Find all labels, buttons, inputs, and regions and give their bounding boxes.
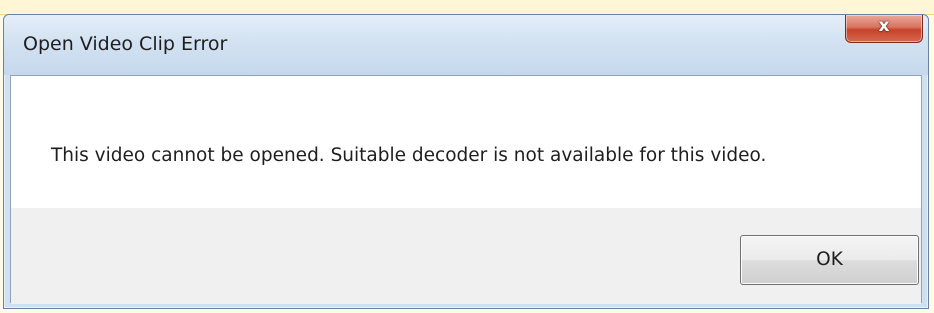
window-title: Open Video Clip Error [23, 33, 228, 55]
ok-button[interactable]: OK [740, 235, 919, 285]
close-icon: x [878, 16, 890, 36]
error-dialog: Open Video Clip Error x This video canno… [3, 14, 929, 309]
error-message: This video cannot be opened. Suitable de… [51, 145, 767, 166]
close-button[interactable]: x [845, 15, 923, 43]
button-bar: OK [11, 208, 921, 304]
title-bar[interactable]: Open Video Clip Error x [4, 15, 928, 75]
background-strip [0, 0, 934, 15]
dialog-content: This video cannot be opened. Suitable de… [10, 75, 922, 304]
